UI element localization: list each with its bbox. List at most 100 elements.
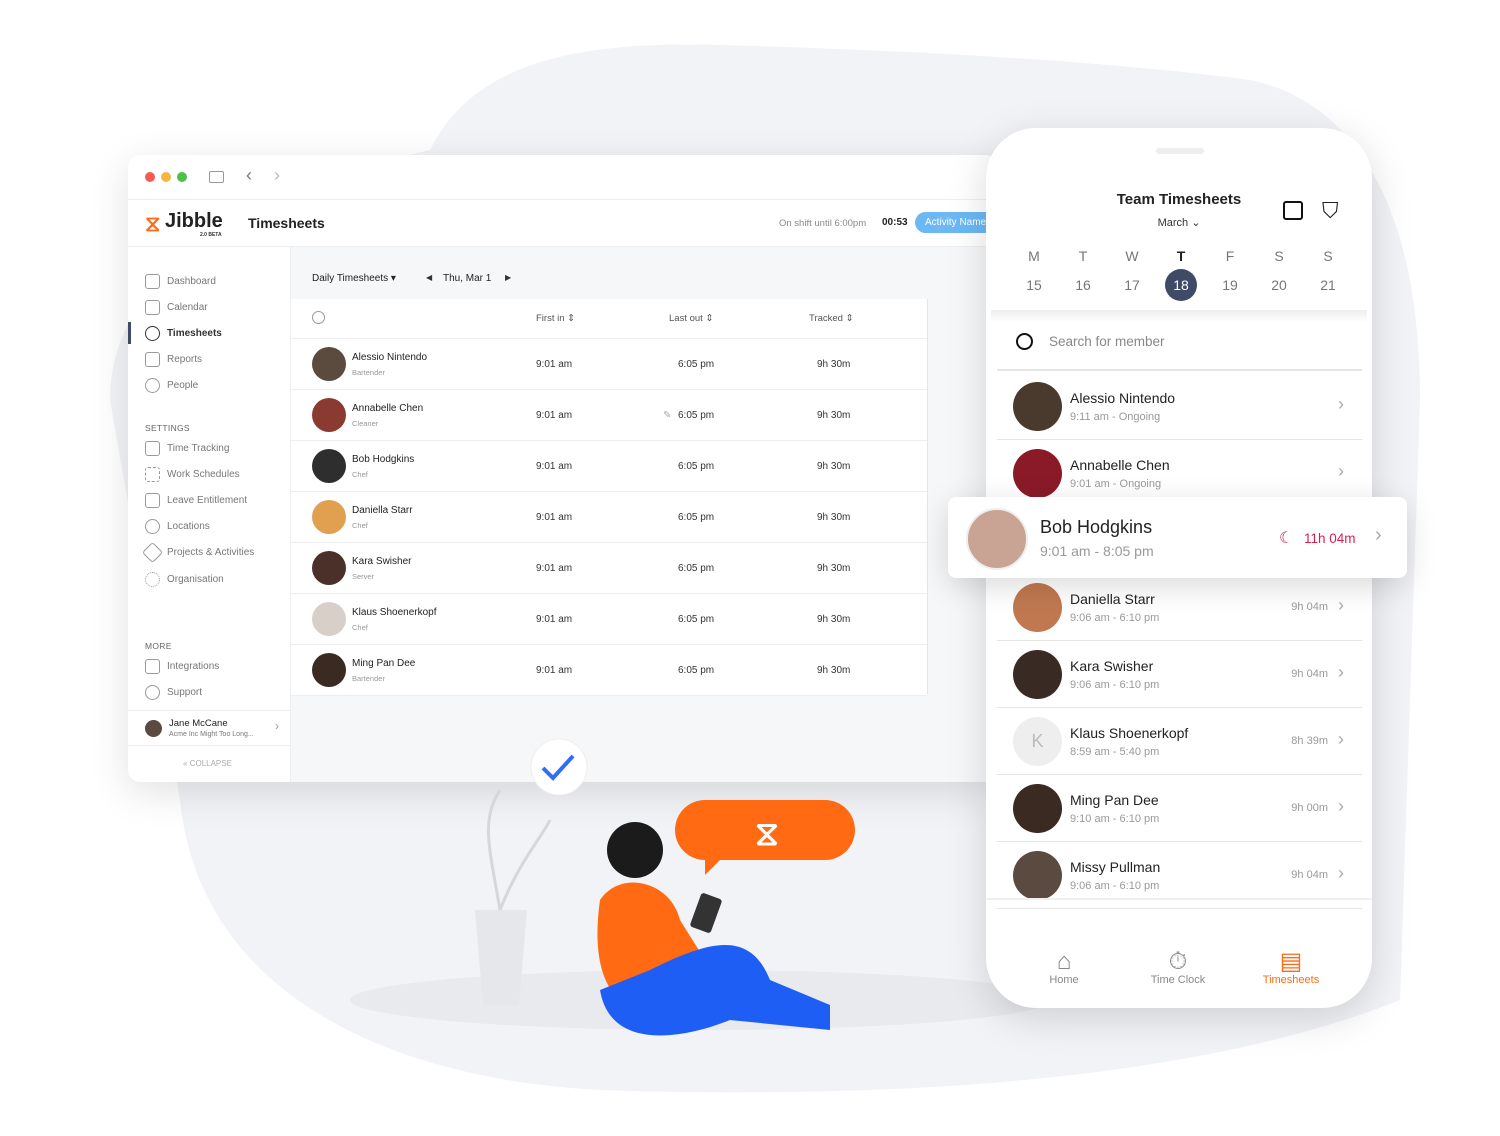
label: Dashboard — [167, 276, 216, 287]
label: Time Tracking — [167, 443, 230, 454]
sidebar-item-projects[interactable]: Projects & Activities — [141, 541, 254, 564]
employee-name: Ming Pan Dee — [352, 658, 416, 669]
view-dropdown[interactable]: Daily Timesheets ▾ — [312, 273, 396, 284]
avatar — [1013, 851, 1062, 900]
desktop-window: ‹ › ⧖ Jibble 2.0 BETA Timesheets On shif… — [128, 155, 998, 782]
person-illustration: ⧖ — [475, 738, 855, 1036]
member-row[interactable]: Kara Swisher 9:06 am - 6:10 pm 9h 04m › — [997, 641, 1362, 708]
shift-timer: 00:53 — [882, 217, 908, 228]
minimize-window-button[interactable] — [161, 172, 171, 182]
maximize-window-button[interactable] — [177, 172, 187, 182]
close-window-button[interactable] — [145, 172, 155, 182]
table-row[interactable]: Bob Hodgkins Chef 9:01 am 6:05 pm 9h 30m — [291, 441, 927, 492]
suitcase-icon — [145, 493, 160, 508]
avatar — [1013, 382, 1062, 431]
first-in: 9:01 am — [536, 614, 573, 625]
plant-pot — [475, 910, 527, 1005]
day-18[interactable]: 18 — [1165, 269, 1197, 301]
weekday-label: F — [1225, 248, 1235, 264]
employee-role: Chef — [352, 521, 368, 530]
member-search[interactable]: Search for member — [997, 323, 1362, 371]
divider-shadow — [991, 310, 1367, 322]
prev-date-button[interactable]: ◀ — [426, 273, 432, 282]
member-row[interactable]: Alessio Nintendo 9:11 am - Ongoing › — [997, 373, 1362, 440]
highlighted-member-card[interactable]: Bob Hodgkins 9:01 am - 8:05 pm ☾ 11h 04m… — [948, 497, 1407, 578]
next-date-button[interactable]: ▶ — [505, 273, 511, 282]
back-arrow-icon[interactable]: ‹ — [246, 165, 252, 186]
page-title: Timesheets — [248, 215, 325, 231]
member-time: 9:01 am - Ongoing — [1070, 478, 1162, 490]
day-16[interactable]: 16 — [1067, 269, 1099, 301]
header-first-in[interactable]: First in ⇕ — [536, 313, 575, 324]
table-row[interactable]: Klaus Shoenerkopf Chef 9:01 am 6:05 pm 9… — [291, 594, 927, 645]
activity-badge[interactable]: Activity Name — [915, 212, 997, 233]
caret-down-icon: ▾ — [390, 273, 396, 284]
table-row[interactable]: Kara Swisher Server 9:01 am 6:05 pm 9h 3… — [291, 543, 927, 594]
table-row[interactable]: Daniella Starr Chef 9:01 am 6:05 pm 9h 3… — [291, 492, 927, 543]
table-row[interactable]: Alessio Nintendo Bartender 9:01 am 6:05 … — [291, 339, 927, 390]
collapse-button[interactable]: « COLLAPSE — [183, 759, 232, 768]
nav-home[interactable]: ⌂ Home — [1009, 948, 1119, 986]
sidebar-item-calendar[interactable]: Calendar — [145, 300, 208, 315]
shield-check-icon[interactable]: ⛉ — [1322, 198, 1339, 224]
search-icon — [1016, 333, 1033, 350]
first-in: 9:01 am — [536, 512, 573, 523]
sidebar-item-dashboard[interactable]: Dashboard — [145, 274, 216, 289]
nav-time-clock[interactable]: ⏱ Time Clock — [1123, 948, 1233, 986]
member-row[interactable]: Ming Pan Dee 9:10 am - 6:10 pm 9h 00m › — [997, 775, 1362, 842]
month-dropdown[interactable]: March ⌄ — [986, 216, 1372, 229]
nav-timesheets[interactable]: ▤ Timesheets — [1236, 948, 1346, 986]
member-row[interactable]: Daniella Starr 9:06 am - 6:10 pm 9h 04m … — [997, 574, 1362, 641]
member-time: 9:06 am - 6:10 pm — [1070, 679, 1160, 691]
sidebar-item-work-schedules[interactable]: Work Schedules — [145, 467, 240, 482]
search-icon[interactable] — [312, 311, 325, 324]
day-21[interactable]: 21 — [1312, 269, 1344, 301]
sidebar-item-integrations[interactable]: Integrations — [145, 659, 219, 674]
chevron-right-icon: › — [275, 719, 279, 733]
chevron-right-icon: › — [1338, 595, 1344, 615]
sidebar-item-leave-entitlement[interactable]: Leave Entitlement — [145, 493, 247, 508]
avatar — [1013, 784, 1062, 833]
label: Leave Entitlement — [167, 495, 248, 506]
avatar — [312, 347, 346, 381]
header-tracked[interactable]: Tracked ⇕ — [809, 313, 854, 324]
location-icon — [145, 519, 160, 534]
calendar-icon[interactable] — [1283, 201, 1303, 220]
user-menu[interactable]: Jane McCane Acme Inc Might Too Long... › — [128, 710, 291, 746]
day-20[interactable]: 20 — [1263, 269, 1295, 301]
tracked: 9h 30m — [817, 359, 851, 370]
plug-icon — [145, 659, 160, 674]
tag-icon — [141, 541, 164, 564]
sidebar-item-reports[interactable]: Reports — [145, 352, 202, 367]
weekday-label: M — [1028, 248, 1040, 264]
sidebar: Dashboard Calendar Timesheets Reports Pe… — [128, 247, 291, 782]
day-19[interactable]: 19 — [1214, 269, 1246, 301]
sidebar-toggle-icon[interactable] — [209, 171, 224, 183]
stopwatch-icon: ⏱ — [1168, 948, 1188, 975]
avatar — [312, 500, 346, 534]
employee-role: Chef — [352, 470, 368, 479]
sidebar-item-support[interactable]: Support — [145, 685, 202, 700]
employee-name: Klaus Shoenerkopf — [352, 607, 437, 618]
table-row[interactable]: Ming Pan Dee Bartender 9:01 am 6:05 pm 9… — [291, 645, 927, 696]
main-content: Daily Timesheets ▾ ◀ Thu, Mar 1 ▶ First … — [291, 247, 998, 782]
help-icon — [145, 685, 160, 700]
weekday-label: W — [1125, 248, 1139, 264]
table-row[interactable]: Annabelle Chen Cleaner 9:01 am ✎ 6:05 pm… — [291, 390, 927, 441]
sidebar-item-time-tracking[interactable]: Time Tracking — [145, 441, 229, 456]
pencil-icon[interactable]: ✎ — [663, 410, 671, 421]
sidebar-item-people[interactable]: People — [145, 378, 198, 393]
sidebar-item-timesheets[interactable]: Timesheets — [145, 326, 222, 341]
timesheet-table: First in ⇕ Last out ⇕ Tracked ⇕ Alessio … — [291, 299, 927, 696]
member-row[interactable]: K Klaus Shoenerkopf 8:59 am - 5:40 pm 8h… — [997, 708, 1362, 775]
sidebar-item-organisation[interactable]: Organisation — [145, 572, 224, 587]
forward-arrow-icon[interactable]: › — [274, 165, 280, 186]
header-last-out[interactable]: Last out ⇕ — [669, 313, 713, 324]
brand-subtitle: 2.0 BETA — [200, 232, 222, 238]
sidebar-item-locations[interactable]: Locations — [145, 519, 210, 534]
first-in: 9:01 am — [536, 461, 573, 472]
member-duration: 11h 04m — [1304, 531, 1356, 546]
day-17[interactable]: 17 — [1116, 269, 1148, 301]
day-15[interactable]: 15 — [1018, 269, 1050, 301]
first-in: 9:01 am — [536, 563, 573, 574]
